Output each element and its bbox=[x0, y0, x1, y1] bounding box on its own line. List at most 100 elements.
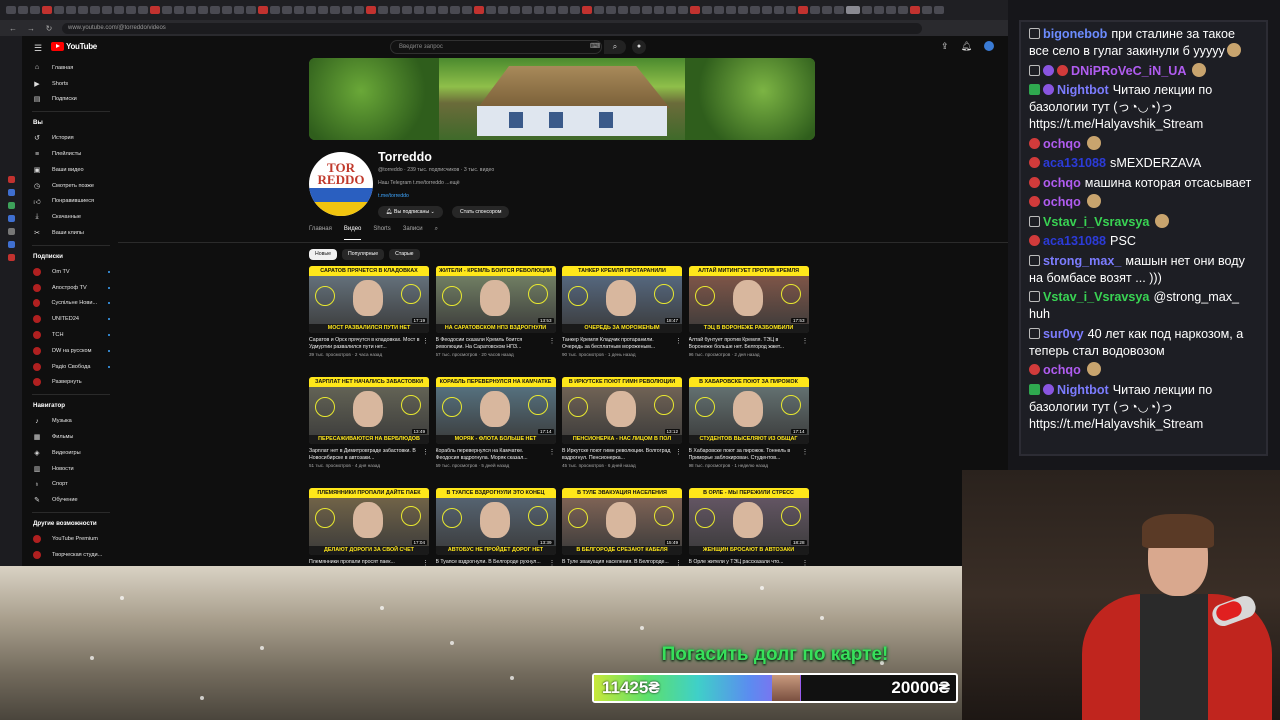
account-avatar[interactable] bbox=[984, 41, 994, 51]
video-card[interactable]: В ТУАПСЕ ВЗДРОГНУЛИ ЭТО КОНЕЦ АВТОБУС НЕ … bbox=[435, 488, 556, 566]
video-thumbnail[interactable]: ЗАРПЛАТ НЕТ НАЧАЛИСЬ ЗАБАСТОВКИ ПЕРЕСАЖИВ… bbox=[309, 377, 429, 444]
video-card[interactable]: В ТУЛЕ ЭВАКУАЦИЯ НАСЕЛЕНИЯ В БЕЛГОРОДЕ СР… bbox=[562, 488, 682, 566]
address-bar[interactable]: www.youtube.com/@torreddo/videos bbox=[62, 22, 922, 34]
channel-search-icon[interactable]: ⌕ bbox=[435, 226, 438, 240]
chat-username[interactable]: sur0vy bbox=[1043, 327, 1084, 341]
browser-tab[interactable] bbox=[922, 6, 932, 14]
browser-tab[interactable] bbox=[222, 6, 232, 14]
video-title[interactable]: Саратов и Орск прячутся в кладовках. Мос… bbox=[309, 337, 429, 350]
chat-username[interactable]: aca131088 bbox=[1043, 234, 1106, 248]
channel-tab[interactable]: Записи bbox=[403, 226, 423, 240]
browser-tab[interactable] bbox=[102, 6, 112, 14]
browser-tab[interactable] bbox=[30, 6, 40, 14]
channel-avatar[interactable]: TOR REDDO bbox=[309, 152, 373, 216]
sidebar-item[interactable]: ✎ Обучение bbox=[22, 492, 118, 508]
video-card[interactable]: В ОРЛЕ - МЫ ПЕРЕЖИЛИ СТРЕСС ЖЕНЩИН БРОСАЮ… bbox=[688, 488, 809, 566]
browser-tab[interactable] bbox=[18, 6, 28, 14]
browser-tab[interactable] bbox=[354, 6, 364, 14]
browser-tab[interactable] bbox=[414, 6, 424, 14]
sidebar-item[interactable]: UNITED24 bbox=[22, 311, 118, 327]
more-options-icon[interactable]: ⋮ bbox=[675, 448, 682, 456]
browser-tab[interactable] bbox=[898, 6, 908, 14]
back-icon[interactable]: ← bbox=[8, 24, 18, 33]
sidebar-item[interactable]: ▶ Shorts bbox=[22, 76, 118, 92]
rail-app-icon[interactable] bbox=[7, 189, 15, 196]
sidebar-heading-you[interactable]: Вы bbox=[22, 116, 118, 130]
rail-app-icon[interactable] bbox=[7, 215, 15, 222]
sidebar-item[interactable]: ♁ Спорт bbox=[22, 477, 118, 493]
browser-tab[interactable] bbox=[606, 6, 616, 14]
create-icon[interactable]: ⇪ bbox=[941, 41, 949, 52]
browser-tab[interactable] bbox=[486, 6, 496, 14]
browser-tab[interactable] bbox=[282, 6, 292, 14]
sidebar-item[interactable]: Om TV bbox=[22, 264, 118, 280]
browser-tab[interactable] bbox=[330, 6, 340, 14]
video-card[interactable]: АЛТАЙ МИТИНГУЕТ ПРОТИВ КРЕМЛЯ ТЭЦ В ВОРОН… bbox=[688, 266, 809, 377]
browser-tab[interactable] bbox=[886, 6, 896, 14]
more-options-icon[interactable]: ⋮ bbox=[802, 337, 809, 345]
video-title[interactable]: Племянники пропали просят паек... bbox=[309, 559, 429, 566]
video-card[interactable]: КОРАБЛЬ ПЕРЕВЕРНУЛСЯ НА КАМЧАТКЕ МОРЯК - … bbox=[435, 377, 556, 488]
reload-icon[interactable]: ↻ bbox=[44, 24, 54, 33]
sidebar-item[interactable]: Радіо Свобода bbox=[22, 359, 118, 375]
sidebar-item[interactable]: ⤓ Скачанные bbox=[22, 209, 118, 225]
video-title[interactable]: Алтай бунтует против Кремля. ТЭЦ в Ворон… bbox=[689, 337, 809, 350]
video-thumbnail[interactable]: ЖИТЕЛИ - КРЕМЛЬ БОИТСЯ РЕВОЛЮЦИИ НА САРАТ… bbox=[435, 266, 556, 333]
browser-tab[interactable] bbox=[342, 6, 352, 14]
browser-tab[interactable] bbox=[582, 6, 592, 14]
video-thumbnail[interactable]: В ОРЛЕ - МЫ ПЕРЕЖИЛИ СТРЕСС ЖЕНЩИН БРОСАЮ… bbox=[688, 488, 809, 555]
browser-tab[interactable] bbox=[738, 6, 748, 14]
more-options-icon[interactable]: ⋮ bbox=[549, 337, 556, 345]
browser-tab[interactable] bbox=[474, 6, 484, 14]
more-options-icon[interactable]: ⋮ bbox=[675, 559, 682, 566]
browser-tab[interactable] bbox=[654, 6, 664, 14]
more-options-icon[interactable]: ⋮ bbox=[802, 448, 809, 456]
browser-tab[interactable] bbox=[78, 6, 88, 14]
browser-tab[interactable] bbox=[390, 6, 400, 14]
channel-tab[interactable]: Shorts bbox=[373, 226, 390, 240]
browser-tab[interactable] bbox=[462, 6, 472, 14]
browser-tab[interactable] bbox=[450, 6, 460, 14]
browser-tab[interactable] bbox=[306, 6, 316, 14]
video-title[interactable]: В Феодосии сказали Кремль боится революц… bbox=[436, 337, 556, 350]
chat-username[interactable]: ochqo bbox=[1043, 137, 1081, 151]
browser-tab[interactable] bbox=[834, 6, 844, 14]
browser-tab[interactable] bbox=[522, 6, 532, 14]
chat-username[interactable]: ochqo bbox=[1043, 195, 1081, 209]
browser-tab[interactable] bbox=[570, 6, 580, 14]
browser-tab[interactable] bbox=[258, 6, 268, 14]
sort-chip[interactable]: Новые bbox=[309, 249, 338, 260]
voice-search-icon[interactable]: ● bbox=[632, 40, 646, 54]
browser-tab[interactable] bbox=[750, 6, 760, 14]
browser-tab[interactable] bbox=[702, 6, 712, 14]
rail-app-icon[interactable] bbox=[7, 254, 15, 261]
search-button[interactable]: ⌕ bbox=[604, 40, 626, 54]
sidebar-item[interactable]: ⌂ Главная bbox=[22, 60, 118, 76]
browser-tab[interactable] bbox=[378, 6, 388, 14]
browser-tab[interactable] bbox=[594, 6, 604, 14]
search-input[interactable]: Введите запрос bbox=[390, 40, 602, 54]
browser-tab[interactable] bbox=[934, 6, 944, 14]
browser-tab[interactable] bbox=[874, 6, 884, 14]
browser-tab[interactable] bbox=[174, 6, 184, 14]
sidebar-heading-subscriptions[interactable]: Подписки bbox=[22, 250, 118, 264]
more-options-icon[interactable]: ⋮ bbox=[802, 559, 809, 566]
chat-username[interactable]: Vstav_i_Vsravsya bbox=[1043, 215, 1149, 229]
chat-username[interactable]: Vstav_i_Vsravsya bbox=[1043, 290, 1149, 304]
video-thumbnail[interactable]: КОРАБЛЬ ПЕРЕВЕРНУЛСЯ НА КАМЧАТКЕ МОРЯК - … bbox=[435, 377, 556, 444]
video-thumbnail[interactable]: В ХАБАРОВСКЕ ПОЮТ ЗА ПИРОЖОК СТУДЕНТОВ ВЫ… bbox=[688, 377, 809, 444]
browser-tab[interactable] bbox=[534, 6, 544, 14]
chat-username[interactable]: Nightbot bbox=[1057, 383, 1109, 397]
chat-username[interactable]: Nightbot bbox=[1057, 83, 1109, 97]
sponsor-button[interactable]: Стать спонсором bbox=[452, 206, 510, 218]
channel-tab[interactable]: Видео bbox=[343, 226, 362, 240]
browser-tab[interactable] bbox=[546, 6, 556, 14]
browser-tab[interactable] bbox=[862, 6, 872, 14]
youtube-logo[interactable]: YouTube bbox=[51, 42, 97, 51]
browser-tab[interactable] bbox=[186, 6, 196, 14]
sort-chip[interactable]: Старые bbox=[389, 249, 420, 260]
sidebar-item[interactable]: DW на русском bbox=[22, 343, 118, 359]
browser-tab[interactable] bbox=[138, 6, 148, 14]
video-thumbnail[interactable]: ТАНКЕР КРЕМЛЯ ПРОТАРАНИЛИ ОЧЕРЕДЬ ЗА МОРО… bbox=[562, 266, 682, 333]
browser-tab[interactable] bbox=[246, 6, 256, 14]
